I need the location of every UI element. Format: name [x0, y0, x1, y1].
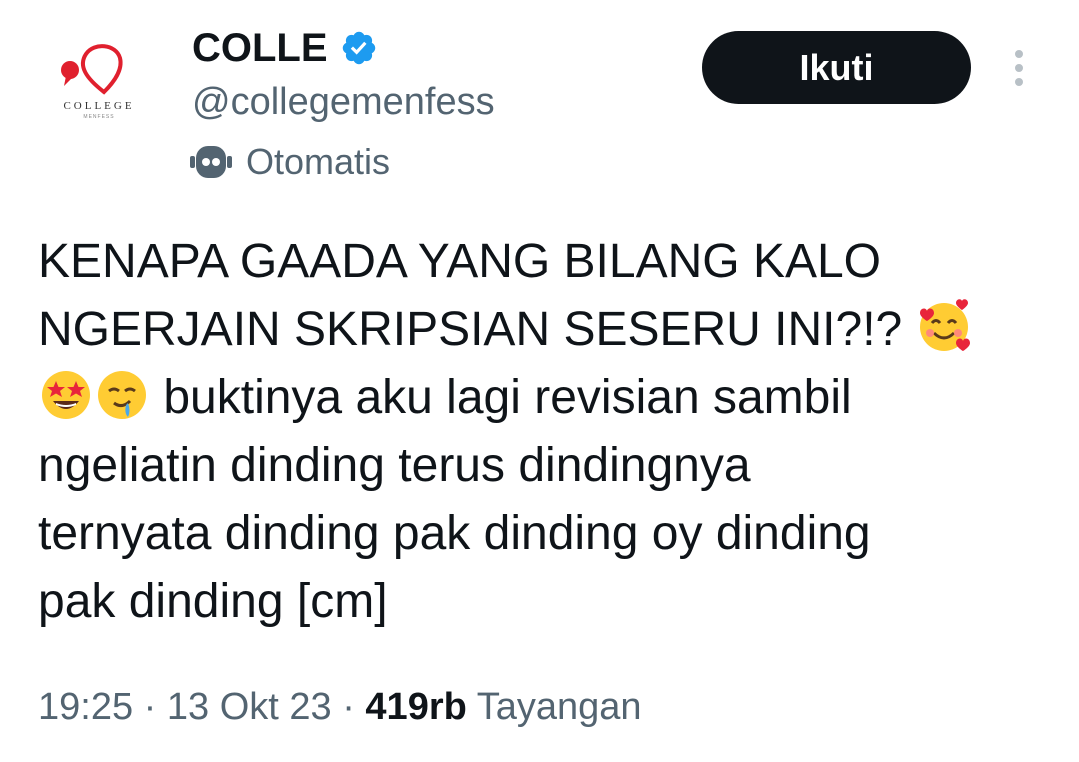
tweet-line: NGERJAIN SKRIPSIAN SESERU INI?!?	[38, 296, 1048, 364]
tweet-time[interactable]: 19:25	[38, 686, 133, 728]
avatar-logo-text: COLLEGE	[63, 100, 135, 112]
robot-icon	[190, 146, 232, 178]
tweet-line-text: buktinya aku lagi revisian sambil	[150, 371, 852, 424]
tweet-line: KENAPA GAADA YANG BILANG KALO	[38, 235, 881, 288]
more-options-icon[interactable]	[1000, 44, 1038, 92]
meta-separator: ·	[331, 686, 366, 728]
name-row: COLLE	[192, 26, 378, 70]
smiling-face-with-hearts-icon	[919, 299, 970, 351]
avatar-logo-subtext: MENFESS	[83, 114, 115, 120]
tweet-date[interactable]: 13 Okt 23	[167, 686, 332, 728]
follow-button[interactable]: Ikuti	[702, 31, 971, 104]
tweet-line: pak dinding [cm]	[38, 575, 388, 628]
verified-badge-icon[interactable]	[340, 29, 378, 67]
views-label[interactable]: Tayangan	[477, 686, 642, 728]
tweet-line: ngeliatin dinding terus dindingnya	[38, 439, 751, 492]
meta-separator: ·	[133, 686, 167, 728]
account-handle[interactable]: @collegemenfess	[192, 80, 495, 124]
automated-label: Otomatis	[246, 141, 391, 182]
views-count[interactable]: 419rb	[365, 686, 466, 728]
star-struck-icon	[42, 371, 90, 419]
tweet-meta: 19:25 · 13 Okt 23 · 419rb Tayangan	[38, 684, 642, 730]
tweet-line-text: NGERJAIN SKRIPSIAN SESERU INI?!?	[38, 303, 916, 356]
college-menfess-logo-icon	[61, 44, 123, 95]
drooling-face-icon	[98, 371, 146, 419]
automated-label-row: Otomatis	[190, 140, 390, 184]
tweet-line: ternyata dinding pak dinding oy dinding	[38, 507, 871, 560]
tweet-text: KENAPA GAADA YANG BILANG KALO NGERJAIN S…	[38, 228, 1048, 636]
avatar[interactable]: COLLEGE MENFESS	[40, 22, 158, 140]
tweet-line: buktinya aku lagi revisian sambil	[38, 364, 1048, 432]
display-name[interactable]: COLLE	[192, 26, 328, 70]
